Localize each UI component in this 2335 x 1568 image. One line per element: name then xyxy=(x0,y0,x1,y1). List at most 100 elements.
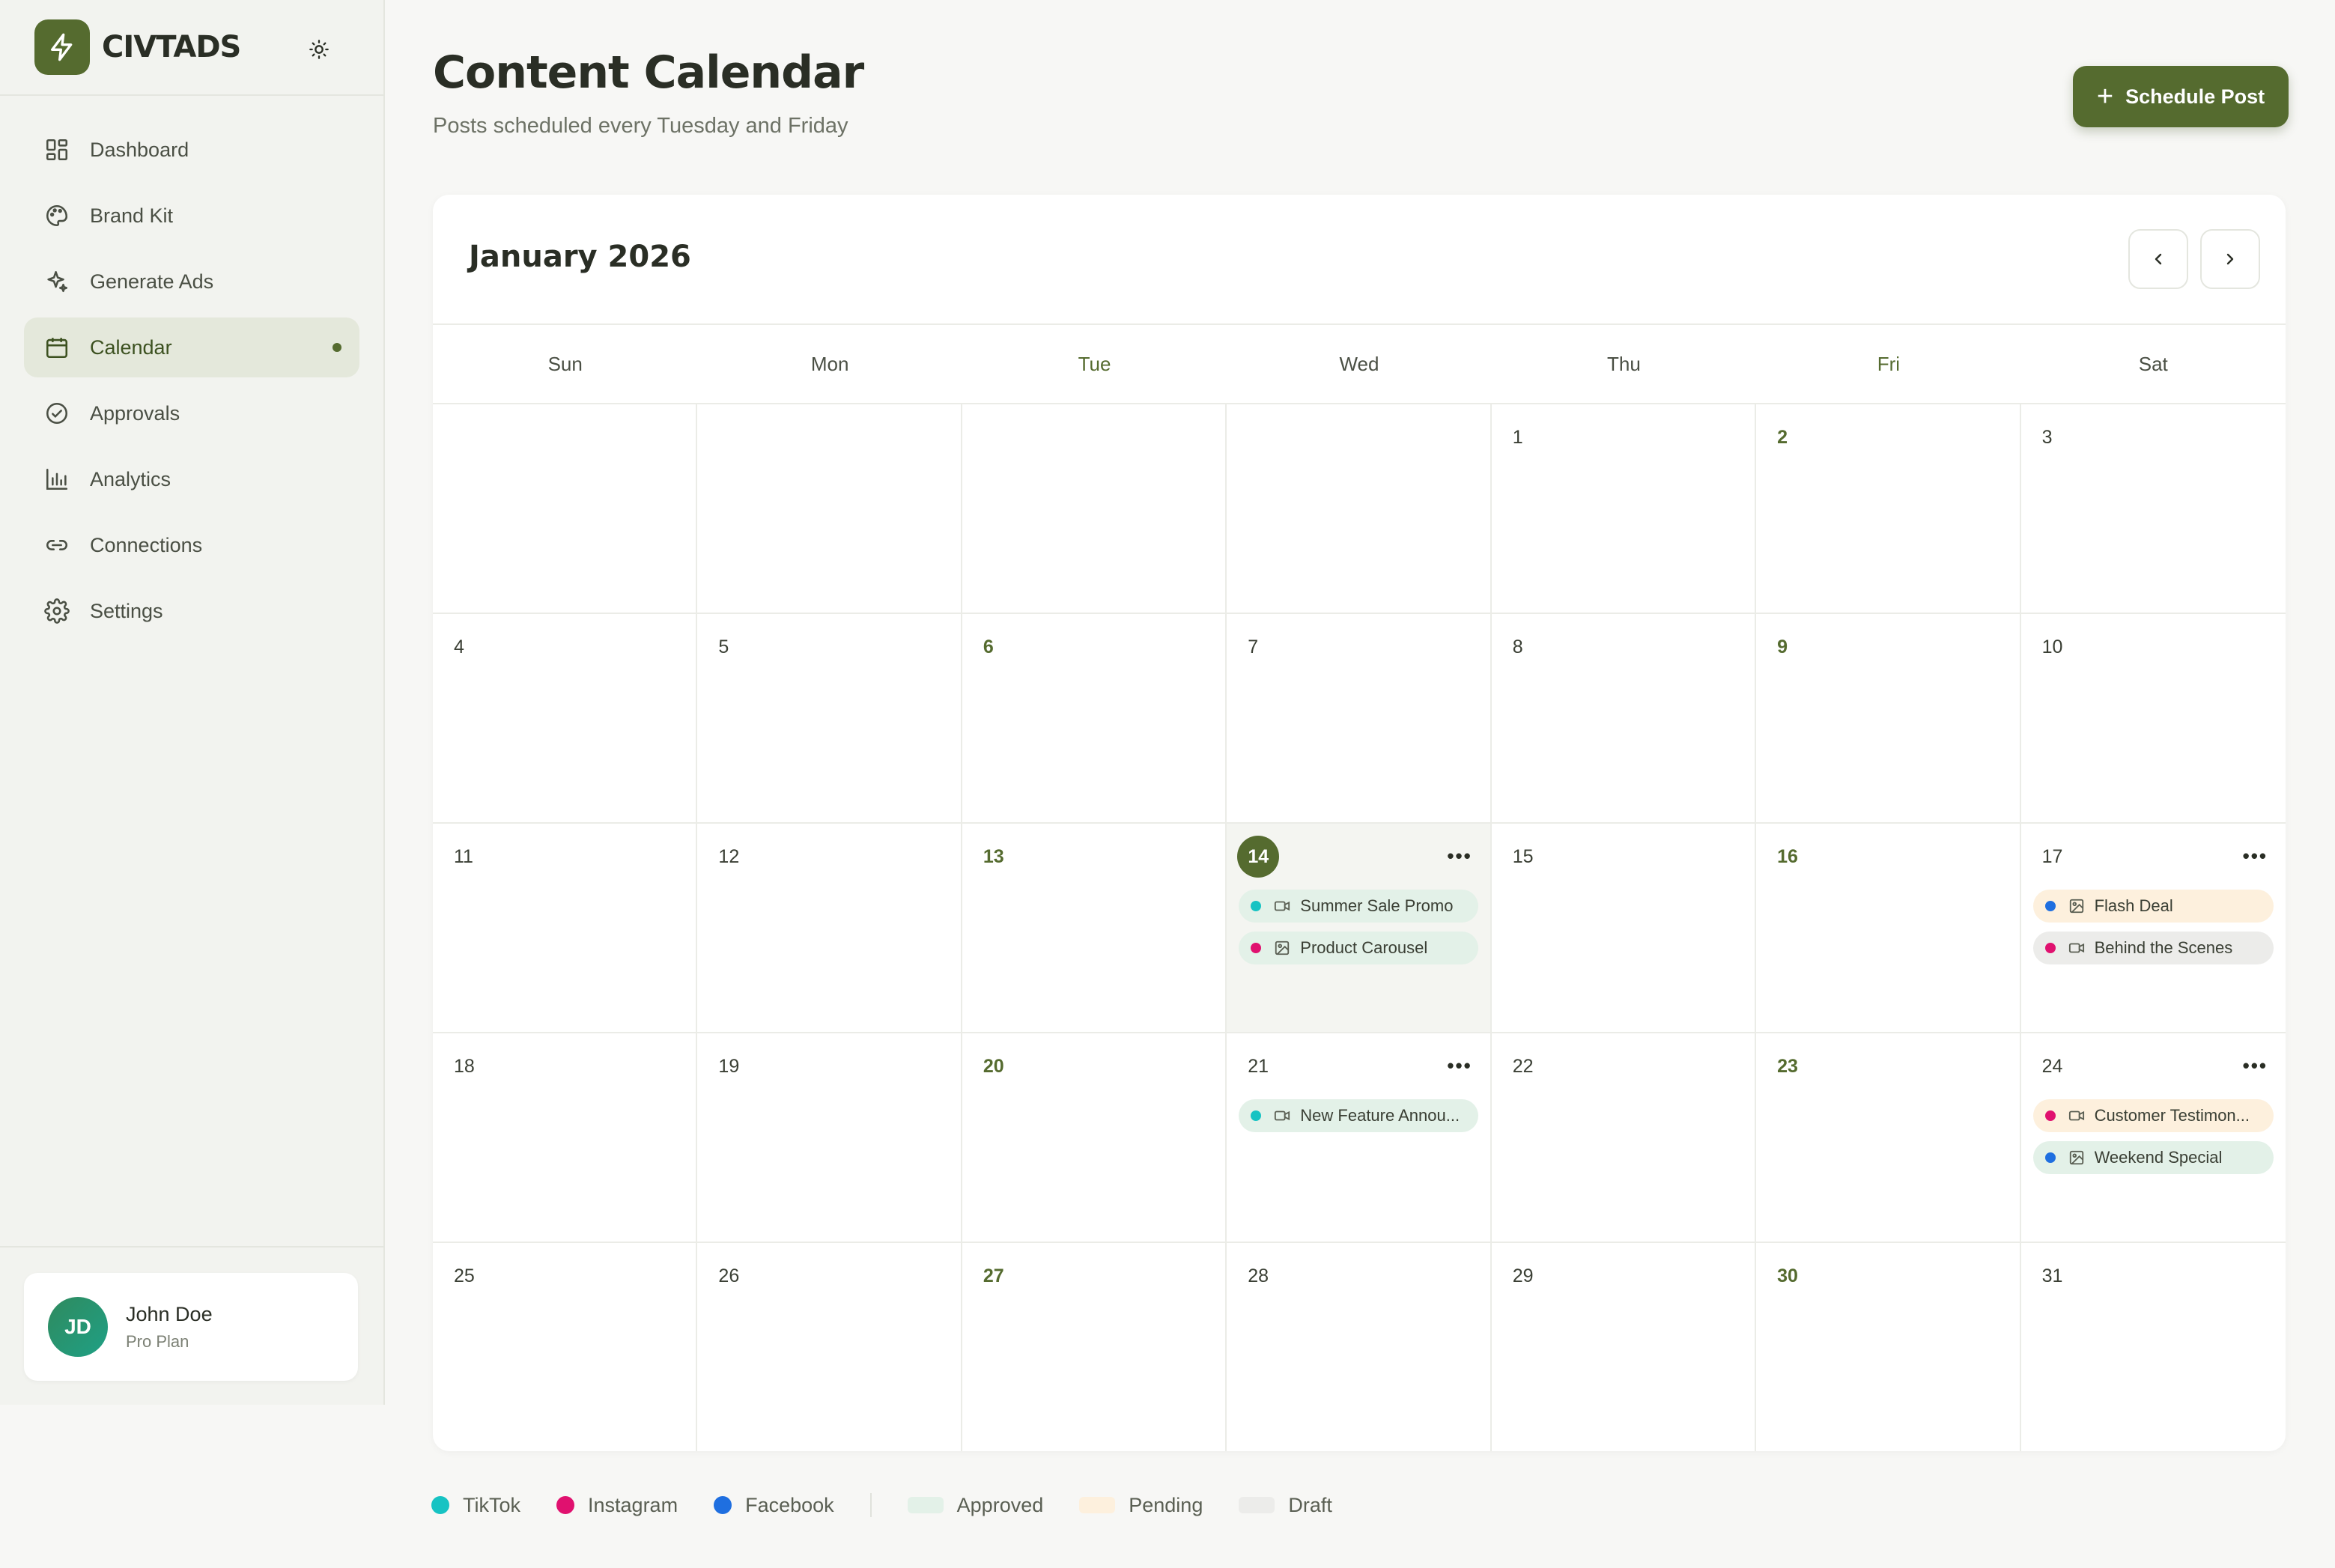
event-chip[interactable]: Flash Deal xyxy=(2032,890,2274,923)
calendar-day-cell[interactable]: 21 ••• New Feature Annou... xyxy=(1227,1033,1492,1243)
month-title: January 2026 xyxy=(469,240,691,274)
more-options-icon[interactable]: ••• xyxy=(1447,1054,1472,1078)
event-chip[interactable]: New Feature Annou... xyxy=(1239,1099,1478,1132)
legend-swatch xyxy=(907,1497,944,1513)
event-list: Summer Sale Promo Product Carousel xyxy=(1239,890,1478,973)
sidebar-item-calendar[interactable]: Calendar xyxy=(24,317,359,377)
schedule-post-button[interactable]: + Schedule Post xyxy=(2073,66,2289,127)
day-number: 8 xyxy=(1512,636,1523,657)
legend-item-draft: Draft xyxy=(1239,1494,1332,1517)
calendar-day-cell[interactable]: 15 xyxy=(1491,824,1757,1033)
calendar-cell-empty xyxy=(1227,404,1492,614)
sidebar-item-connections[interactable]: Connections xyxy=(24,515,359,575)
calendar-day-cell[interactable]: 5 xyxy=(697,614,962,824)
schedule-post-label: Schedule Post xyxy=(2125,85,2265,108)
calendar-day-cell[interactable]: 16 xyxy=(1756,824,2021,1033)
instagram-platform-dot xyxy=(1251,943,1262,953)
sidebar-item-dashboard[interactable]: Dashboard xyxy=(24,120,359,180)
sidebar-footer: JD John Doe Pro Plan xyxy=(0,1246,385,1406)
today-day-number: 14 xyxy=(1237,836,1280,878)
day-number: 2 xyxy=(1777,427,1788,448)
event-list: Flash Deal Behind the Scenes xyxy=(2032,890,2274,973)
calendar-day-cell[interactable]: 18 xyxy=(433,1033,698,1243)
legend-label: Pending xyxy=(1129,1493,1203,1516)
event-chip[interactable]: Behind the Scenes xyxy=(2032,932,2274,964)
next-month-button[interactable] xyxy=(2200,229,2260,289)
calendar-day-cell[interactable]: 7 xyxy=(1227,614,1492,824)
day-number: 19 xyxy=(718,1056,740,1077)
event-chip[interactable]: Product Carousel xyxy=(1239,932,1478,964)
calendar-day-cell[interactable]: 19 xyxy=(697,1033,962,1243)
more-options-icon[interactable]: ••• xyxy=(2243,1054,2268,1078)
sidebar-item-generate-ads[interactable]: Generate Ads xyxy=(24,252,359,312)
calendar-day-cell[interactable]: 2 xyxy=(1756,404,2021,614)
event-chip[interactable]: Customer Testimon... xyxy=(2032,1099,2274,1132)
calendar-day-cell[interactable]: 11 xyxy=(433,824,698,1033)
user-card[interactable]: JD John Doe Pro Plan xyxy=(24,1273,358,1381)
calendar-day-cell[interactable]: 12 xyxy=(697,824,962,1033)
calendar-day-cell[interactable]: 29 xyxy=(1492,1243,1757,1451)
instagram-platform-dot xyxy=(2044,1110,2056,1121)
calendar-day-cell[interactable]: 10 xyxy=(2020,614,2286,824)
calendar-day-cell[interactable]: 8 xyxy=(1491,614,1757,824)
legend-label: Draft xyxy=(1288,1493,1332,1516)
calendar-day-cell[interactable]: 22 xyxy=(1491,1033,1757,1243)
calendar-day-cell[interactable]: 28 xyxy=(1227,1243,1492,1451)
day-number: 12 xyxy=(718,846,740,867)
calendar-day-cell[interactable]: 1 xyxy=(1491,404,1757,614)
brand-header: CIVTADS xyxy=(0,0,383,96)
calendar-grid: 1 2 3 4 5 6 7 8 9 10 11 12 13 14 ••• Summer Sale Promo P… xyxy=(433,404,2286,1451)
calendar-day-cell[interactable]: 27 xyxy=(962,1243,1227,1451)
image-icon xyxy=(2068,897,2086,915)
calendar-day-cell[interactable]: 31 xyxy=(2021,1243,2286,1451)
event-title: Customer Testimon... xyxy=(2094,1106,2250,1125)
day-number: 5 xyxy=(718,636,729,657)
calendar-day-cell[interactable]: 9 xyxy=(1756,614,2021,824)
event-title: New Feature Annou... xyxy=(1300,1106,1460,1125)
sidebar-item-brand-kit[interactable]: Brand Kit xyxy=(24,186,359,246)
calendar-day-cell[interactable]: 23 xyxy=(1756,1033,2021,1243)
facebook-platform-dot xyxy=(2044,1152,2056,1163)
calendar-cell-empty xyxy=(962,404,1227,614)
day-number: 11 xyxy=(454,846,473,867)
lightning-logo-icon[interactable] xyxy=(34,19,90,75)
day-number: 9 xyxy=(1777,636,1788,657)
legend-divider xyxy=(869,1493,872,1517)
event-title: Product Carousel xyxy=(1300,938,1428,957)
theme-toggle-sun-icon[interactable] xyxy=(303,33,335,66)
calendar-day-cell[interactable]: 30 xyxy=(1756,1243,2021,1451)
sidebar-item-analytics[interactable]: Analytics xyxy=(24,449,359,509)
chevron-left-icon xyxy=(2155,253,2162,265)
day-number: 4 xyxy=(454,636,464,657)
calendar-day-cell[interactable]: 24 ••• Customer Testimon... Weekend Special xyxy=(2020,1033,2286,1243)
calendar-day-cell[interactable]: 25 xyxy=(433,1243,698,1451)
calendar-day-cell[interactable]: 14 ••• Summer Sale Promo Product Carousel xyxy=(1227,824,1492,1033)
day-number: 17 xyxy=(2041,846,2063,867)
event-list: Customer Testimon... Weekend Special xyxy=(2032,1099,2274,1183)
day-number: 22 xyxy=(1512,1056,1534,1077)
video-icon xyxy=(1273,1107,1291,1125)
prev-month-button[interactable] xyxy=(2128,229,2188,289)
calendar-day-cell[interactable]: 26 xyxy=(697,1243,962,1451)
calendar-day-cell[interactable]: 17 ••• Flash Deal Behind the Scenes xyxy=(2020,824,2286,1033)
day-number: 25 xyxy=(454,1265,475,1286)
sidebar-item-label: Generate Ads xyxy=(90,270,214,293)
weekday-label: Wed xyxy=(1339,352,1379,375)
day-number: 6 xyxy=(983,636,994,657)
calendar-day-cell[interactable]: 20 xyxy=(962,1033,1227,1243)
calendar-day-cell[interactable]: 4 xyxy=(433,614,698,824)
event-chip[interactable]: Weekend Special xyxy=(2032,1141,2274,1174)
calendar-day-cell[interactable]: 13 xyxy=(962,824,1227,1033)
calendar-day-cell[interactable]: 6 xyxy=(962,614,1227,824)
calendar-day-cell[interactable]: 3 xyxy=(2020,404,2286,614)
more-options-icon[interactable]: ••• xyxy=(2243,845,2268,868)
calendar-cell-empty xyxy=(697,404,962,614)
event-chip[interactable]: Summer Sale Promo xyxy=(1239,890,1478,923)
sidebar-item-approvals[interactable]: Approvals xyxy=(24,383,359,443)
image-icon xyxy=(2068,1149,2086,1167)
day-number: 10 xyxy=(2041,636,2063,657)
sidebar-nav: Dashboard Brand Kit Generate Ads Calendar Ap… xyxy=(24,120,359,647)
legend-dot xyxy=(556,1496,575,1514)
sidebar-item-settings[interactable]: Settings xyxy=(24,581,359,641)
more-options-icon[interactable]: ••• xyxy=(1447,845,1472,868)
